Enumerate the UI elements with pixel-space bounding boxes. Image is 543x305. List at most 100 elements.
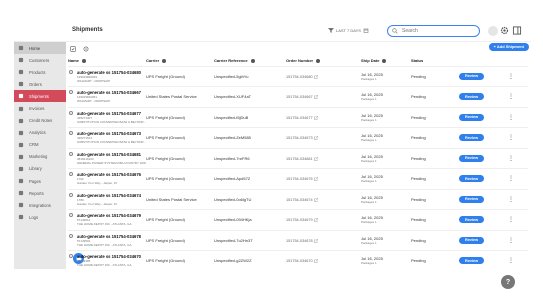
external-link-icon[interactable] (313, 218, 318, 222)
review-button[interactable]: Review (459, 93, 484, 101)
order-number-cell[interactable]: 151754-034667 (286, 86, 361, 108)
panel-toggle-icon[interactable] (512, 26, 522, 35)
shipment-name-cell[interactable]: auto-generate ss 151754-034678 57149501 TH… (68, 230, 146, 251)
shipment-name-cell[interactable]: auto-generate ss 151754-034667 1290198100… (68, 86, 146, 108)
row-menu-icon[interactable]: ⋮ (494, 250, 528, 269)
external-link-icon[interactable] (313, 156, 318, 161)
add-shipment-button[interactable]: + Add Shipment (488, 43, 529, 51)
order-number-cell[interactable]: 151754-034680 (286, 66, 361, 87)
row-menu-icon[interactable]: ⋮ (494, 168, 528, 190)
external-link-icon[interactable] (313, 238, 318, 243)
column-header-status[interactable]: Status (411, 55, 459, 67)
external-link-icon[interactable] (313, 115, 318, 120)
review-button[interactable]: Review (459, 216, 484, 224)
table-row[interactable]: auto-generate ss 151754-034667 1290198100… (68, 86, 528, 108)
row-menu-icon[interactable]: ⋮ (494, 66, 528, 87)
shipment-name-cell[interactable]: auto-generate ss 151754-034673 435271513 S… (68, 127, 146, 149)
order-number[interactable]: 151754-034667 (286, 95, 313, 99)
external-link-icon[interactable] (313, 259, 318, 263)
order-number[interactable]: 151754-034677 (286, 116, 313, 120)
review-button[interactable]: Review (459, 113, 484, 121)
order-number[interactable]: 151754-034681 (286, 157, 313, 161)
sidebar-item-credit-notes[interactable]: Credit Notes (14, 115, 66, 127)
row-menu-icon[interactable]: ⋮ (494, 148, 528, 169)
external-link-icon[interactable] (313, 74, 318, 79)
settings-sliders-icon[interactable] (83, 46, 89, 52)
column-header-carrier-reference[interactable]: Carrier Reference (214, 55, 286, 67)
table-row[interactable]: auto-generate ss 151754-034676 1792 Garden… (68, 168, 528, 190)
table-row[interactable]: auto-generate ss 151754-034670 57149485 TH… (68, 250, 528, 269)
avatar[interactable] (488, 26, 498, 36)
order-number[interactable]: 151754-034676 (286, 177, 313, 181)
external-link-icon[interactable] (313, 95, 318, 99)
column-header-order-number[interactable]: Order Number (286, 55, 361, 67)
table-row[interactable]: auto-generate ss 151754-034677 435271307 S… (68, 107, 528, 128)
row-radio[interactable] (69, 213, 73, 217)
sidebar-item-customers[interactable]: Customers (14, 54, 66, 66)
review-button[interactable]: Review (459, 195, 484, 203)
order-number[interactable]: 151754-034680 (286, 75, 313, 79)
row-menu-icon[interactable]: ⋮ (494, 209, 528, 231)
sidebar-item-marketing[interactable]: Marketing (14, 151, 66, 163)
order-number[interactable]: 151754-034679 (286, 218, 313, 222)
shipment-name-cell[interactable]: auto-generate ss 151754-034679 57149514 TH… (68, 209, 146, 231)
gear-icon[interactable] (500, 26, 509, 35)
sidebar-item-orders[interactable]: Orders (14, 78, 66, 90)
order-number[interactable]: 151754-034674 (286, 198, 313, 202)
row-radio[interactable] (69, 69, 73, 74)
order-number-cell[interactable]: 151754-034674 (286, 189, 361, 210)
sidebar-item-analytics[interactable]: Analytics (14, 127, 66, 139)
search-input[interactable] (387, 25, 480, 37)
column-header-ship-date[interactable]: Ship Date (361, 55, 411, 67)
sidebar-item-library[interactable]: Library (14, 163, 66, 175)
order-number-cell[interactable]: 151754-034673 (286, 127, 361, 149)
order-number[interactable]: 151754-034678 (286, 239, 313, 243)
order-number-cell[interactable]: 151754-034677 (286, 107, 361, 128)
column-header-carrier[interactable]: Carrier (146, 55, 214, 67)
sidebar-item-shipments[interactable]: Shipments (14, 90, 66, 103)
sidebar-item-logs[interactable]: Logs (14, 211, 66, 223)
order-number-cell[interactable]: 151754-034678 (286, 230, 361, 251)
table-row[interactable]: auto-generate ss 151754-034681 3818416163… (68, 148, 528, 169)
row-menu-icon[interactable]: ⋮ (494, 189, 528, 210)
sidebar-item-products[interactable]: Products (14, 66, 66, 78)
row-radio[interactable] (69, 90, 73, 94)
review-button[interactable]: Review (459, 134, 484, 142)
row-radio[interactable] (69, 131, 73, 135)
order-number[interactable]: 151754-034670 (286, 259, 313, 263)
shipment-name-cell[interactable]: auto-generate ss 151754-034681 3818416163… (68, 148, 146, 169)
table-row[interactable]: auto-generate ss 151754-034680 1290198200… (68, 66, 528, 87)
row-menu-icon[interactable]: ⋮ (494, 230, 528, 251)
row-radio[interactable] (69, 151, 73, 156)
order-number-cell[interactable]: 151754-034681 (286, 148, 361, 169)
table-row[interactable]: auto-generate ss 151754-034678 57149501 TH… (68, 230, 528, 251)
row-menu-icon[interactable]: ⋮ (494, 127, 528, 149)
sidebar-item-invoices[interactable]: Invoices (14, 102, 66, 114)
order-number[interactable]: 151754-034673 (286, 136, 313, 140)
shipment-name-cell[interactable]: auto-generate ss 151754-034676 1792 Garden… (68, 168, 146, 190)
row-radio[interactable] (69, 233, 73, 238)
order-number-cell[interactable]: 151754-034679 (286, 209, 361, 231)
order-number-cell[interactable]: 151754-034676 (286, 168, 361, 190)
external-link-icon[interactable] (313, 136, 318, 140)
shipment-name-cell[interactable]: auto-generate ss 151754-034674 1789 Garden… (68, 189, 146, 210)
review-button[interactable]: Review (459, 154, 484, 162)
review-button[interactable]: Review (459, 236, 484, 244)
row-radio[interactable] (69, 172, 73, 176)
row-radio[interactable] (69, 110, 73, 115)
sidebar-item-pages[interactable]: Pages (14, 175, 66, 187)
table-row[interactable]: auto-generate ss 151754-034679 57149514 TH… (68, 209, 528, 231)
shipment-name-cell[interactable]: auto-generate ss 151754-034680 1290198200… (68, 66, 146, 87)
sidebar-item-integrations[interactable]: Integrations (14, 199, 66, 211)
sidebar-item-reports[interactable]: Reports (14, 187, 66, 199)
help-button[interactable]: ? (501, 275, 515, 289)
table-row[interactable]: auto-generate ss 151754-034674 1789 Garden… (68, 189, 528, 210)
row-menu-icon[interactable]: ⋮ (494, 107, 528, 128)
review-button[interactable]: Review (459, 72, 484, 80)
external-link-icon[interactable] (313, 177, 318, 181)
order-number-cell[interactable]: 151754-034670 (286, 250, 361, 269)
shipment-name-cell[interactable]: auto-generate ss 151754-034670 57149485 TH… (68, 250, 146, 269)
select-all-checkbox-icon[interactable] (70, 46, 76, 52)
date-filter[interactable]: LAST 7 DAYS (328, 28, 369, 33)
row-menu-icon[interactable]: ⋮ (494, 86, 528, 108)
